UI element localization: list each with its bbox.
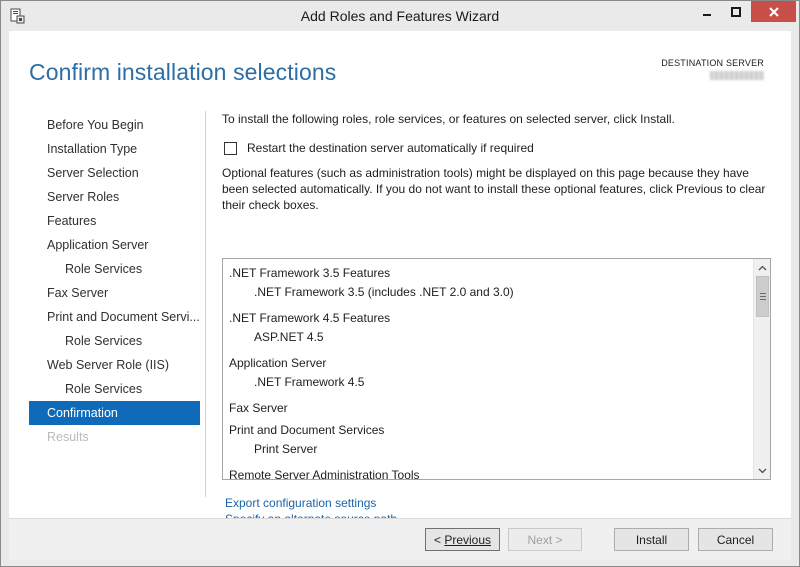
scrollbar-thumb[interactable] (756, 276, 769, 317)
vertical-scrollbar[interactable] (753, 259, 770, 479)
list-item: Print and Document Services (229, 423, 385, 437)
install-button[interactable]: Install (614, 528, 689, 551)
window-title: Add Roles and Features Wizard (300, 8, 500, 24)
export-configuration-link[interactable]: Export configuration settings (225, 495, 397, 511)
nav-server-roles[interactable]: Server Roles (29, 185, 200, 209)
nav-web-role-services[interactable]: Role Services (29, 377, 200, 401)
restart-label[interactable]: Restart the destination server automatic… (247, 141, 534, 155)
title-bar[interactable]: Add Roles and Features Wizard (1, 1, 799, 31)
button-bar: < Previous Next > Install Cancel (9, 518, 791, 560)
close-icon (768, 6, 779, 17)
close-button[interactable] (751, 1, 796, 22)
selected-features-list[interactable]: .NET Framework 3.5 Features .NET Framewo… (222, 258, 771, 480)
nav-print-role-services[interactable]: Role Services (29, 329, 200, 353)
destination-server-label: DESTINATION SERVER (661, 58, 764, 68)
nav-print-document-services[interactable]: Print and Document Servi... (29, 305, 200, 329)
list-item: .NET Framework 3.5 Features (229, 266, 391, 280)
destination-server-value-redacted (710, 71, 764, 80)
confirmation-content: To install the following roles, role ser… (222, 111, 774, 526)
previous-button[interactable]: < Previous (425, 528, 500, 551)
maximize-button[interactable] (722, 1, 749, 22)
nav-application-server-role-services[interactable]: Role Services (29, 257, 200, 281)
install-label: Install (635, 532, 668, 547)
nav-installation-type[interactable]: Installation Type (29, 137, 200, 161)
list-item: Remote Server Administration Tools (229, 468, 420, 480)
restart-option[interactable]: Restart the destination server automatic… (224, 141, 534, 155)
list-subitem: .NET Framework 4.5 (254, 375, 365, 389)
wizard-window: Add Roles and Features Wizard Confirm in… (0, 0, 800, 567)
list-subitem: ASP.NET 4.5 (254, 330, 324, 344)
optional-features-note: Optional features (such as administratio… (222, 166, 766, 212)
maximize-icon (730, 6, 741, 17)
nav-fax-server[interactable]: Fax Server (29, 281, 200, 305)
minimize-button[interactable] (693, 1, 720, 22)
list-subitem: .NET Framework 3.5 (includes .NET 2.0 an… (254, 285, 514, 299)
previous-label: Previous (444, 532, 492, 547)
next-button: Next > (508, 528, 582, 551)
nav-confirmation[interactable]: Confirmation (29, 401, 200, 425)
list-item: Fax Server (229, 401, 288, 415)
scroll-down-button[interactable] (754, 462, 770, 479)
chevron-down-icon (758, 468, 766, 473)
scroll-up-button[interactable] (754, 259, 770, 276)
restart-checkbox[interactable] (224, 141, 237, 155)
list-subitem: Print Server (254, 442, 318, 456)
chevron-up-icon (758, 265, 766, 270)
nav-server-selection[interactable]: Server Selection (29, 161, 200, 185)
wizard-nav: Before You Begin Installation Type Serve… (29, 113, 200, 449)
nav-before-you-begin[interactable]: Before You Begin (29, 113, 200, 137)
nav-application-server[interactable]: Application Server (29, 233, 200, 257)
minimize-icon (702, 13, 711, 16)
page-title: Confirm installation selections (29, 59, 337, 85)
list-item: Application Server (229, 356, 327, 370)
nav-results: Results (47, 430, 89, 444)
list-item: .NET Framework 4.5 Features (229, 311, 391, 325)
previous-prefix: < (433, 532, 445, 547)
cancel-button[interactable]: Cancel (698, 528, 773, 551)
intro-text: To install the following roles, role ser… (222, 112, 675, 126)
nav-divider (205, 111, 206, 497)
wizard-body: Confirm installation selections DESTINAT… (9, 31, 791, 526)
nav-features[interactable]: Features (29, 209, 200, 233)
nav-web-server-role[interactable]: Web Server Role (IIS) (29, 353, 200, 377)
